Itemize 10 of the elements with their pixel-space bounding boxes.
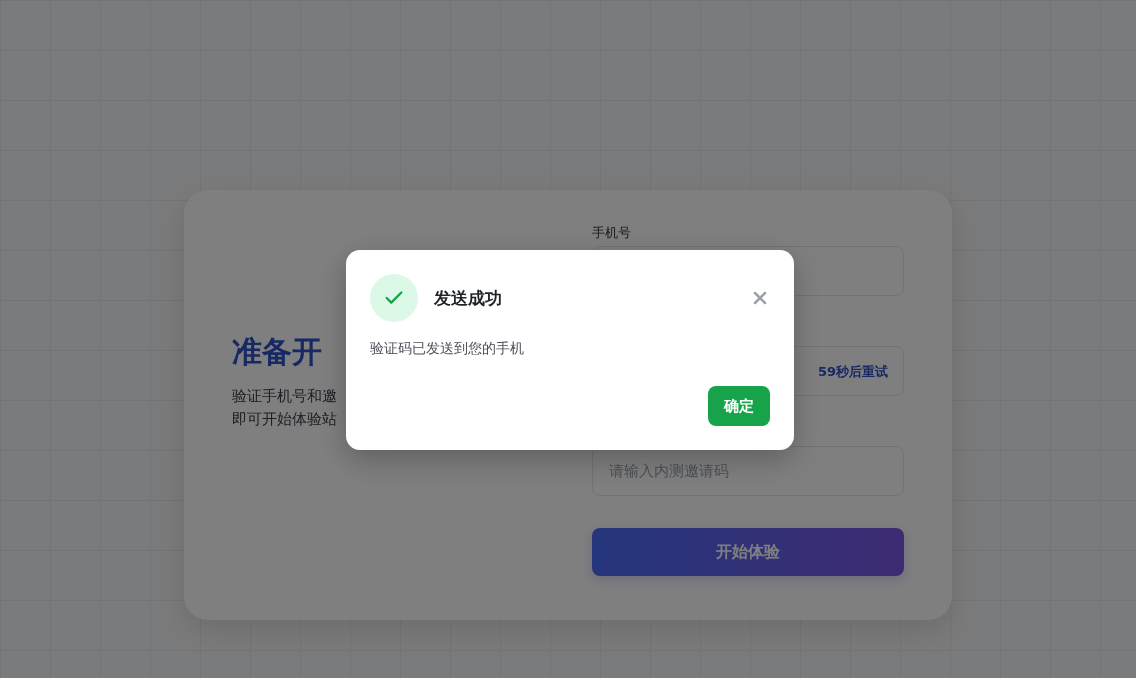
- confirm-button[interactable]: 确定: [708, 386, 770, 426]
- description-text: 验证手机号和邀: [232, 386, 338, 406]
- field-label: 手机号: [592, 224, 632, 240]
- page-heading: 准备开: [232, 332, 322, 371]
- resend-countdown-button[interactable]: 59秒后重试: [817, 363, 888, 381]
- success-check-icon: [370, 274, 418, 322]
- start-button[interactable]: 开始体验: [592, 528, 904, 576]
- dialog-title: 发送成功: [434, 286, 503, 310]
- dialog-message: 验证码已发送到您的手机: [370, 340, 525, 358]
- description-text: 即可开始体验站: [232, 409, 338, 429]
